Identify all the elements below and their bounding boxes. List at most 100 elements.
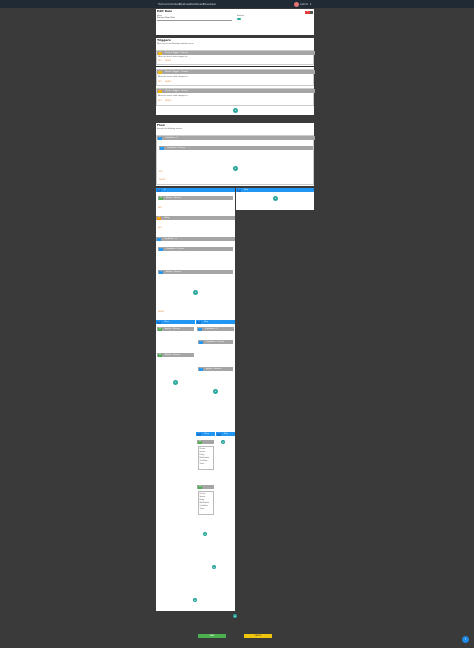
add-flow-step-button[interactable]: + [233,614,237,618]
action-header[interactable]: ⚙ Action - Device [157,327,194,331]
action-header[interactable]: ⑂ Condition - If [197,327,234,331]
delete-link[interactable]: DELETE [159,180,165,182]
condition-title: Condition - Device [206,341,225,343]
branch-icon: ⑂ [158,136,162,140]
add-action-button[interactable]: + [213,389,218,394]
condition-header[interactable]: ⑂ Condition - Device [158,247,233,251]
trigger-title: Device Trigger - Sensor [165,71,189,73]
else-header: ⑂ Else [216,432,235,436]
nav-item-pipelines[interactable]: Pipelines [179,3,191,6]
trigger-body: When the device state changes to: [158,56,188,58]
branch-icon: ⑂ [197,320,201,324]
help-icon[interactable]: ? [462,636,469,643]
add-action-button[interactable]: + [221,440,225,444]
cancel-button[interactable]: CANCEL [244,634,272,638]
triggers-subtitle: When any of the following conditions occ… [157,43,195,45]
branch-icon: ⑂ [157,237,161,241]
delete-link[interactable]: DELETE [165,61,171,63]
action-header[interactable]: ◷ Delay [156,216,235,220]
trigger-header[interactable]: ⚡ Device Trigger - Sensor [157,70,315,74]
else-label: Else [244,189,249,191]
action-header[interactable]: ⚙ Action - Device [158,196,233,200]
delete-link[interactable]: DELETE [158,312,164,314]
condition-header[interactable]: ⑂ Condition - Device [198,340,233,344]
condition-header[interactable]: ⑂ Action - Sensor [158,270,233,274]
flow-card: Flow Execute the following actions: ⑂ Co… [156,123,315,186]
condition-title: Condition - Device [166,248,185,250]
action-title: Condition - If [205,328,218,330]
flow-subtitle: Execute the following actions: [157,128,183,130]
branch-icon: ⑂ [198,327,202,331]
add-action-button[interactable]: + [212,565,216,569]
bolt-icon: ⚡ [158,51,162,55]
trigger-item: ⚡ Device Trigger - Sensor When the senso… [156,88,315,106]
else-label: Else [204,321,209,323]
action-type-menu[interactable]: Device Sensor Delay Notification Conditi… [198,491,214,515]
action-header[interactable]: ⚙ [197,485,214,489]
branch-icon: ⑂ [199,340,203,344]
branch-icon: ⑂ [157,188,161,192]
trigger-header[interactable]: ⚡ Device Trigger - Device [157,51,315,55]
trigger-item: ⚡ Device Trigger - Sensor When the senso… [156,69,315,86]
action-title: Action - Device [165,328,181,330]
action-title: Condition - If [164,238,177,240]
chevron-down-icon[interactable]: ▾ [310,3,311,6]
nav-item-home[interactable]: Home [158,3,166,6]
edit-link[interactable]: EDIT [158,208,162,210]
edit-link[interactable]: EDIT [158,82,162,84]
bolt-icon: ⚡ [158,70,162,74]
add-action-button[interactable]: + [203,532,207,536]
condition-title: Action - Sensor [206,368,222,370]
add-action-button[interactable]: + [273,196,278,201]
triggers-card: Triggers When any of the following condi… [156,38,315,115]
enabled-toggle[interactable] [237,18,241,20]
add-flow-action-button[interactable]: + [193,598,197,602]
enabled-label: Enabled [237,15,244,17]
device-icon: ⚙ [159,196,163,200]
flow-block-title: Condition - If [165,137,178,139]
edit-link[interactable]: EDIT [158,101,162,103]
trigger-body: When the sensor value changes to: [158,76,188,78]
action-header[interactable]: ⑂ Condition - If [156,237,235,241]
clock-icon: ◷ [157,216,161,220]
delete-link[interactable]: DELETE [165,82,171,84]
nav-item-developer[interactable]: Developer [203,3,216,6]
then-label: Then [164,321,169,323]
condition-header[interactable]: ⑂ Action - Sensor [198,367,233,371]
user-name[interactable]: Admin [300,3,308,6]
add-condition-button[interactable]: + [233,166,238,171]
top-nav: Home Controllers Pipelines Dashboard Dev… [0,0,474,8]
action-title: Action - Device [166,197,182,199]
action-title: Action - Device [165,354,181,356]
action-type-menu[interactable]: Device Sensor Delay Notification Conditi… [198,446,214,470]
action-header[interactable]: ⚙ [197,440,214,444]
trigger-header[interactable]: ⚡ Device Trigger - Sensor [157,89,315,93]
save-button[interactable]: SAVE [198,634,226,638]
else-header: ⑂ Else [236,188,314,192]
delete-link[interactable]: DELETE [165,101,171,103]
else-header: ⑂ Else [196,320,235,324]
then-label: Then [204,433,209,435]
edit-link[interactable]: EDIT [158,61,162,63]
add-action-button[interactable]: + [173,380,178,385]
flow-block-header[interactable]: ⑂ Condition - If [157,136,315,140]
device-icon: ⚙ [198,485,202,489]
branch-icon: ⑂ [157,320,161,324]
deep-branch-column: ⑂ Then ⑂ Else + ⚙ Device Sensor Delay No… [196,432,235,610]
nav-item-dashboard[interactable]: Dashboard [190,3,204,6]
action-header[interactable]: ⚙ Action - Device [157,353,194,357]
avatar[interactable] [294,1,299,7]
edit-link[interactable]: EDIT [159,172,163,174]
add-trigger-button[interactable]: + [233,108,238,113]
branch-icon: ⑂ [160,146,164,150]
nav-item-controllers[interactable]: Controllers [166,3,180,6]
device-icon: ⚙ [198,440,202,444]
menu-option[interactable]: Timer [199,462,213,465]
more-menu-icon[interactable] [310,11,313,14]
else-label: Else [224,433,229,435]
add-action-button[interactable]: + [193,290,198,295]
else-column: ⑂ Else + [236,188,314,210]
edit-link[interactable]: EDIT [158,228,162,230]
condition-header[interactable]: ⑂ Condition - Device [159,146,313,150]
menu-option[interactable]: Timer [199,507,213,510]
